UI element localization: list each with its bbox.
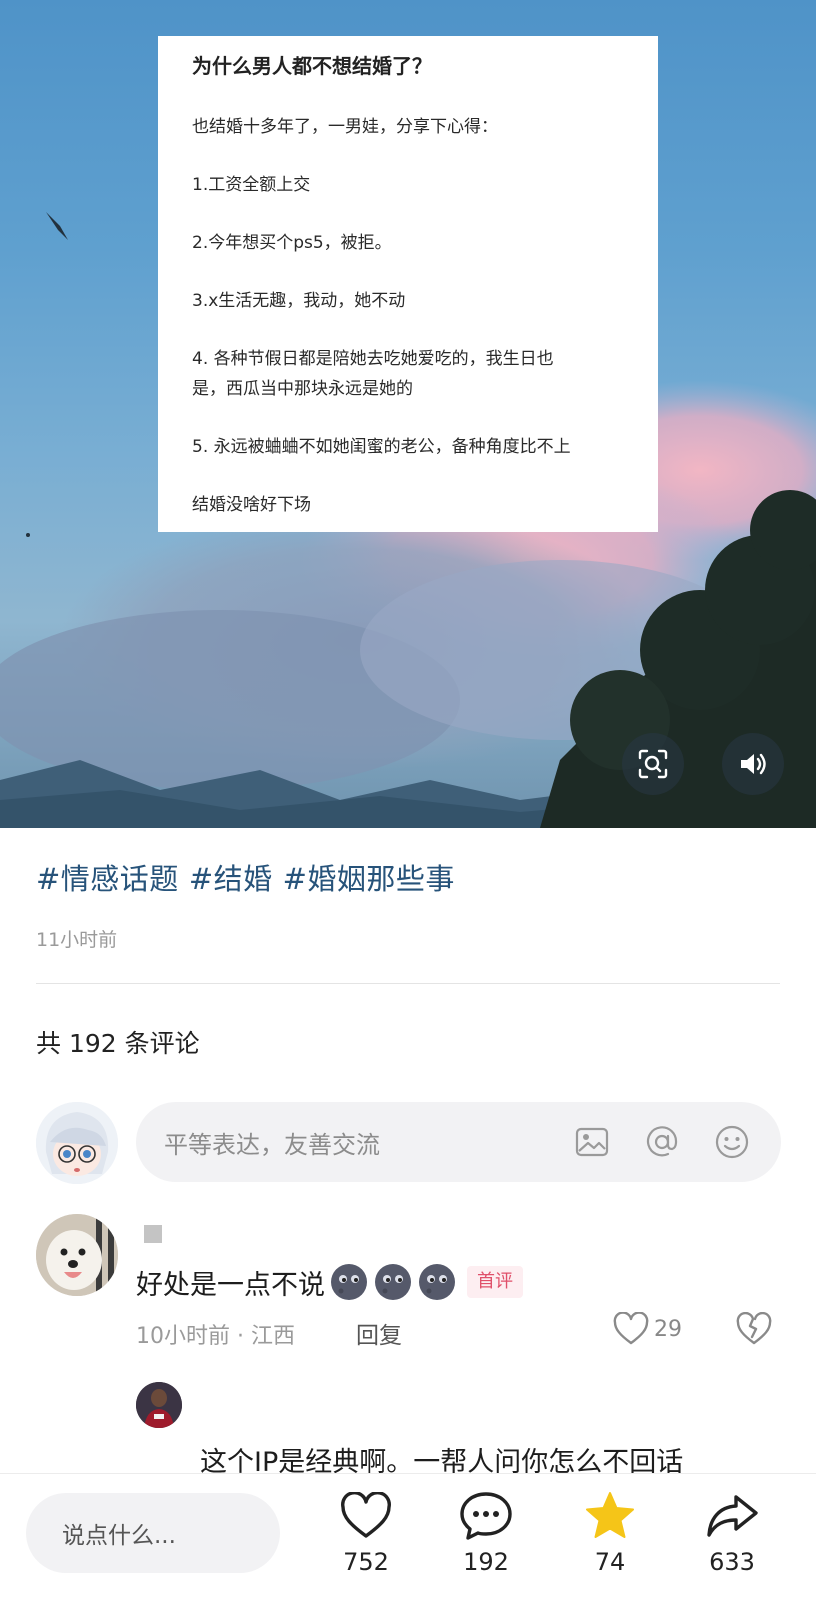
dog-avatar-image (36, 1214, 118, 1296)
comment-bubble-icon (460, 1492, 512, 1540)
first-comment-badge: 首评 (467, 1266, 523, 1298)
speaker-icon (741, 753, 766, 775)
comment-like-count: 29 (654, 1316, 682, 1342)
at-icon (646, 1126, 678, 1157)
card-title: 为什么男人都不想结婚了？ (192, 54, 432, 78)
image-icon (575, 1127, 609, 1157)
heart-icon (613, 1312, 649, 1345)
card-line: 4. 各种节假日都是陪她去吃她爱吃的，我生日也 (192, 349, 554, 369)
card-line: 也结婚十多年了，一男娃，分享下心得： (192, 117, 498, 137)
emoji-button[interactable] (711, 1121, 753, 1163)
card-line: 2.今年想买个ps5，被拒。 (192, 233, 392, 253)
card-line: 结婚没啥好下场 (192, 495, 311, 515)
like-count: 752 (343, 1548, 389, 1576)
comment-count: 192 (463, 1548, 509, 1576)
comment-input-placeholder: 平等表达，友善交流 (164, 1130, 380, 1159)
tag-link[interactable]: #情感话题 (36, 862, 179, 896)
comment-input[interactable]: 平等表达，友善交流 (136, 1102, 781, 1182)
comment-like-button[interactable]: 29 (612, 1312, 682, 1346)
player-avatar-image (136, 1382, 182, 1428)
scan-icon (638, 749, 668, 779)
bottom-action-bar: 说点什么... 752 192 74 633 (0, 1473, 816, 1606)
emoji-icon (715, 1125, 749, 1159)
my-avatar[interactable] (36, 1102, 118, 1184)
share-icon (707, 1495, 758, 1537)
bottom-input-placeholder: 说点什么... (62, 1523, 176, 1549)
comment-count-label: 共 192 条评论 (36, 1029, 200, 1058)
moon-emoji-icon (375, 1264, 411, 1300)
comment-body: 好处是一点不说 首评 (136, 1262, 523, 1302)
comment-text: 好处是一点不说 (136, 1269, 325, 1301)
mention-button[interactable] (641, 1121, 683, 1163)
comment-button[interactable]: 192 (446, 1486, 526, 1576)
moon-emoji-icon (419, 1264, 455, 1300)
scan-button[interactable] (622, 733, 684, 795)
commenter-avatar[interactable] (36, 1214, 118, 1296)
favorite-count: 74 (594, 1548, 626, 1576)
bottom-comment-input[interactable]: 说点什么... (26, 1493, 280, 1573)
post-time: 11小时前 (36, 929, 118, 951)
comment-dislike-button[interactable] (736, 1311, 772, 1350)
card-line: 1.工资全额上交 (192, 175, 311, 195)
card-line: 3.x生活无趣，我动，她不动 (192, 291, 406, 311)
tag-link[interactable]: #婚姻那些事 (283, 862, 455, 896)
share-count: 633 (709, 1548, 755, 1576)
moon-emoji-icon (331, 1264, 367, 1300)
divider (36, 983, 780, 984)
post-text-card: 为什么男人都不想结婚了？ 也结婚十多年了，一男娃，分享下心得： 1.工资全额上交… (158, 36, 658, 532)
card-line: 5. 永远被蛐蛐不如她闺蜜的老公，备种角度比不上 (192, 437, 571, 457)
image-button[interactable] (571, 1121, 613, 1163)
share-button[interactable]: 633 (692, 1486, 772, 1576)
star-icon (586, 1492, 634, 1538)
post-tags: #情感话题 #结婚 #婚姻那些事 (36, 856, 465, 898)
anime-avatar-image (36, 1102, 118, 1184)
favorite-button[interactable]: 74 (570, 1486, 650, 1576)
reply-button[interactable]: 回复 (356, 1316, 402, 1350)
like-button[interactable]: 752 (326, 1486, 406, 1576)
tag-link[interactable]: #结婚 (189, 862, 273, 896)
post-media[interactable]: 为什么男人都不想结婚了？ 也结婚十多年了，一男娃，分享下心得： 1.工资全额上交… (0, 0, 816, 828)
card-line: 是，西瓜当中那块永远是她的 (192, 379, 413, 399)
sound-button[interactable] (722, 733, 784, 795)
reply-avatar[interactable] (136, 1382, 182, 1428)
broken-heart-icon (736, 1311, 772, 1345)
commenter-name-placeholder[interactable] (144, 1225, 162, 1243)
heart-icon (341, 1492, 391, 1538)
comment-meta: 10小时前 · 江西 (136, 1324, 295, 1349)
